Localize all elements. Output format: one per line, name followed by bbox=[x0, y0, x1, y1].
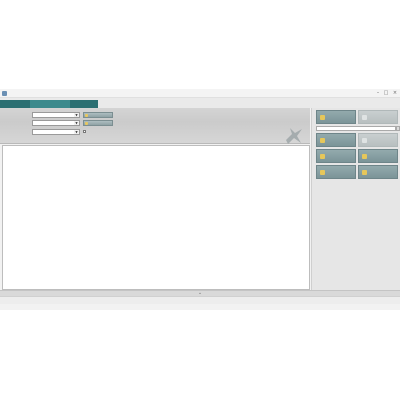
minimize-button[interactable]: – bbox=[374, 90, 382, 97]
browse-button[interactable] bbox=[396, 126, 400, 131]
action-button-5[interactable] bbox=[316, 149, 356, 163]
title-bar: – □ × bbox=[0, 89, 400, 98]
action-icon bbox=[362, 115, 367, 120]
right-panel bbox=[311, 108, 400, 290]
app-icon bbox=[2, 91, 7, 96]
path-input[interactable] bbox=[316, 126, 396, 131]
field-2-select[interactable]: ▼ bbox=[32, 120, 80, 126]
option-checkbox[interactable] bbox=[83, 130, 86, 133]
action-icon bbox=[362, 170, 367, 175]
app-logo-icon bbox=[286, 128, 302, 144]
action-icon bbox=[362, 138, 367, 143]
action-icon bbox=[320, 138, 325, 143]
status-bar bbox=[0, 296, 400, 304]
log-area[interactable] bbox=[2, 145, 310, 290]
chevron-down-icon: ▼ bbox=[74, 113, 79, 117]
action-button-1[interactable] bbox=[316, 110, 356, 124]
action-button-6[interactable] bbox=[358, 149, 398, 163]
action-button-8[interactable] bbox=[358, 165, 398, 179]
app-window: – □ × ▼ ▼ ▼ ▴ bbox=[0, 89, 400, 310]
folder-icon bbox=[85, 113, 88, 117]
tab-strip bbox=[0, 100, 98, 108]
action-button-2[interactable] bbox=[358, 110, 398, 124]
chevron-down-icon: ▼ bbox=[74, 130, 79, 134]
tab-bar bbox=[0, 98, 400, 108]
action-button-7[interactable] bbox=[316, 165, 356, 179]
action-icon bbox=[320, 170, 325, 175]
tab-1[interactable] bbox=[0, 100, 30, 108]
close-button[interactable]: × bbox=[391, 90, 399, 97]
action-icon bbox=[320, 154, 325, 159]
action-button-4[interactable] bbox=[358, 133, 398, 147]
field-3-select[interactable]: ▼ bbox=[32, 129, 80, 135]
action-icon bbox=[362, 154, 367, 159]
action-button-3[interactable] bbox=[316, 133, 356, 147]
maximize-button[interactable]: □ bbox=[382, 90, 390, 97]
field-1-select[interactable]: ▼ bbox=[32, 112, 80, 118]
chevron-down-icon: ▼ bbox=[74, 121, 79, 125]
tab-3[interactable] bbox=[70, 100, 98, 108]
tab-2[interactable] bbox=[30, 100, 70, 108]
folder-icon bbox=[85, 121, 88, 125]
row-1-button[interactable] bbox=[83, 112, 113, 118]
row-2-button[interactable] bbox=[83, 120, 113, 126]
control-area: ▼ ▼ ▼ bbox=[0, 108, 310, 144]
resize-grip-icon[interactable]: ▴ bbox=[196, 292, 204, 295]
action-icon bbox=[320, 115, 325, 120]
